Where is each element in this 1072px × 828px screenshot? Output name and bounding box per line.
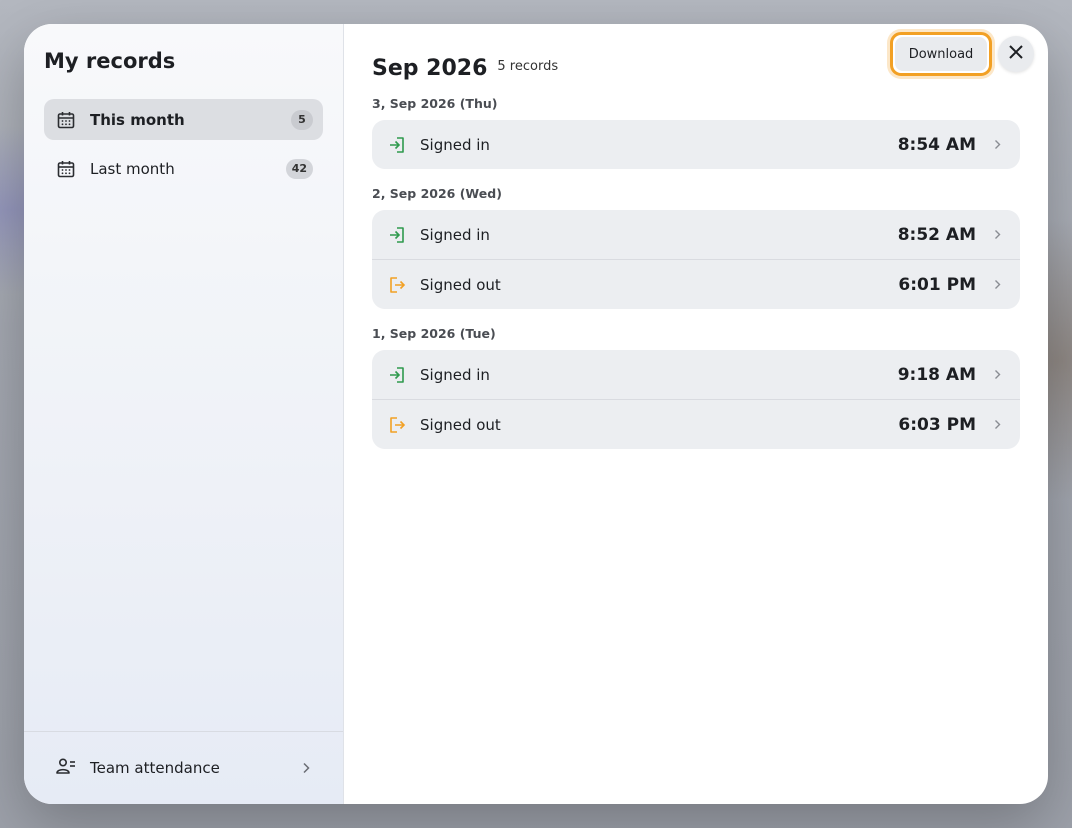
record-row[interactable]: Signed in 8:54 AM [372, 120, 1020, 169]
record-type: Signed in [420, 365, 490, 384]
sign-in-icon [388, 366, 406, 384]
sidebar-item-last-month[interactable]: Last month 42 [44, 148, 323, 189]
sign-in-icon [388, 226, 406, 244]
count-badge: 42 [285, 158, 313, 179]
record-time: 6:03 PM [898, 414, 976, 435]
close-button[interactable] [998, 36, 1034, 72]
day-label: 2, Sep 2026 (Wed) [372, 186, 502, 201]
sidebar-item-label: Last month [90, 159, 175, 178]
day-label: 1, Sep 2026 (Tue) [372, 326, 496, 341]
record-row[interactable]: Signed out 6:03 PM [372, 399, 1020, 449]
sidebar-title: My records [44, 49, 176, 73]
day-card: Signed in 8:54 AM [372, 120, 1020, 169]
sidebar-item-label: This month [90, 110, 185, 129]
download-button[interactable]: Download [890, 32, 992, 76]
chevron-right-icon [992, 229, 1002, 241]
sidebar-item-this-month[interactable]: This month 5 [44, 99, 323, 140]
chevron-right-icon [992, 279, 1002, 291]
sidebar-nav: This month 5 Last month 42 [24, 99, 343, 189]
record-type: Signed out [420, 275, 501, 294]
day-group: 1, Sep 2026 (Tue) Signed in 9:18 AM Sign… [372, 318, 1020, 449]
record-row[interactable]: Signed in 9:18 AM [372, 350, 1020, 399]
calendar-icon [56, 110, 76, 130]
day-group: 2, Sep 2026 (Wed) Signed in 8:52 AM Sign… [372, 178, 1020, 309]
record-time: 8:54 AM [897, 134, 976, 155]
page-title: Sep 2026 [372, 56, 488, 81]
records-modal: My records This month 5 Last month 42 Te… [24, 24, 1048, 804]
record-type: Signed in [420, 225, 490, 244]
day-card: Signed in 8:52 AM Signed out 6:01 PM [372, 210, 1020, 309]
record-time: 8:52 AM [897, 224, 976, 245]
day-group: 3, Sep 2026 (Thu) Signed in 8:54 AM [372, 88, 1020, 169]
day-label: 3, Sep 2026 (Thu) [372, 96, 498, 111]
chevron-right-icon [299, 761, 313, 775]
sign-out-icon [388, 416, 406, 434]
close-icon [1008, 44, 1024, 64]
count-badge: 5 [291, 109, 313, 130]
records-panel: Sep 2026 5 records Download 3, Sep 2026 … [344, 24, 1048, 804]
record-type: Signed in [420, 135, 490, 154]
sign-in-icon [388, 136, 406, 154]
day-card: Signed in 9:18 AM Signed out 6:03 PM [372, 350, 1020, 449]
team-attendance-link[interactable]: Team attendance [24, 731, 343, 804]
team-icon [56, 757, 76, 779]
download-button-label: Download [895, 37, 987, 71]
sidebar: My records This month 5 Last month 42 Te… [24, 24, 344, 804]
calendar-icon [56, 159, 76, 179]
record-row[interactable]: Signed out 6:01 PM [372, 259, 1020, 309]
team-attendance-label: Team attendance [90, 759, 220, 777]
record-time: 9:18 AM [897, 364, 976, 385]
record-type: Signed out [420, 415, 501, 434]
chevron-right-icon [992, 419, 1002, 431]
sign-out-icon [388, 276, 406, 294]
record-row[interactable]: Signed in 8:52 AM [372, 210, 1020, 259]
chevron-right-icon [992, 139, 1002, 151]
record-count: 5 records [497, 59, 559, 74]
record-time: 6:01 PM [898, 274, 976, 295]
chevron-right-icon [992, 369, 1002, 381]
